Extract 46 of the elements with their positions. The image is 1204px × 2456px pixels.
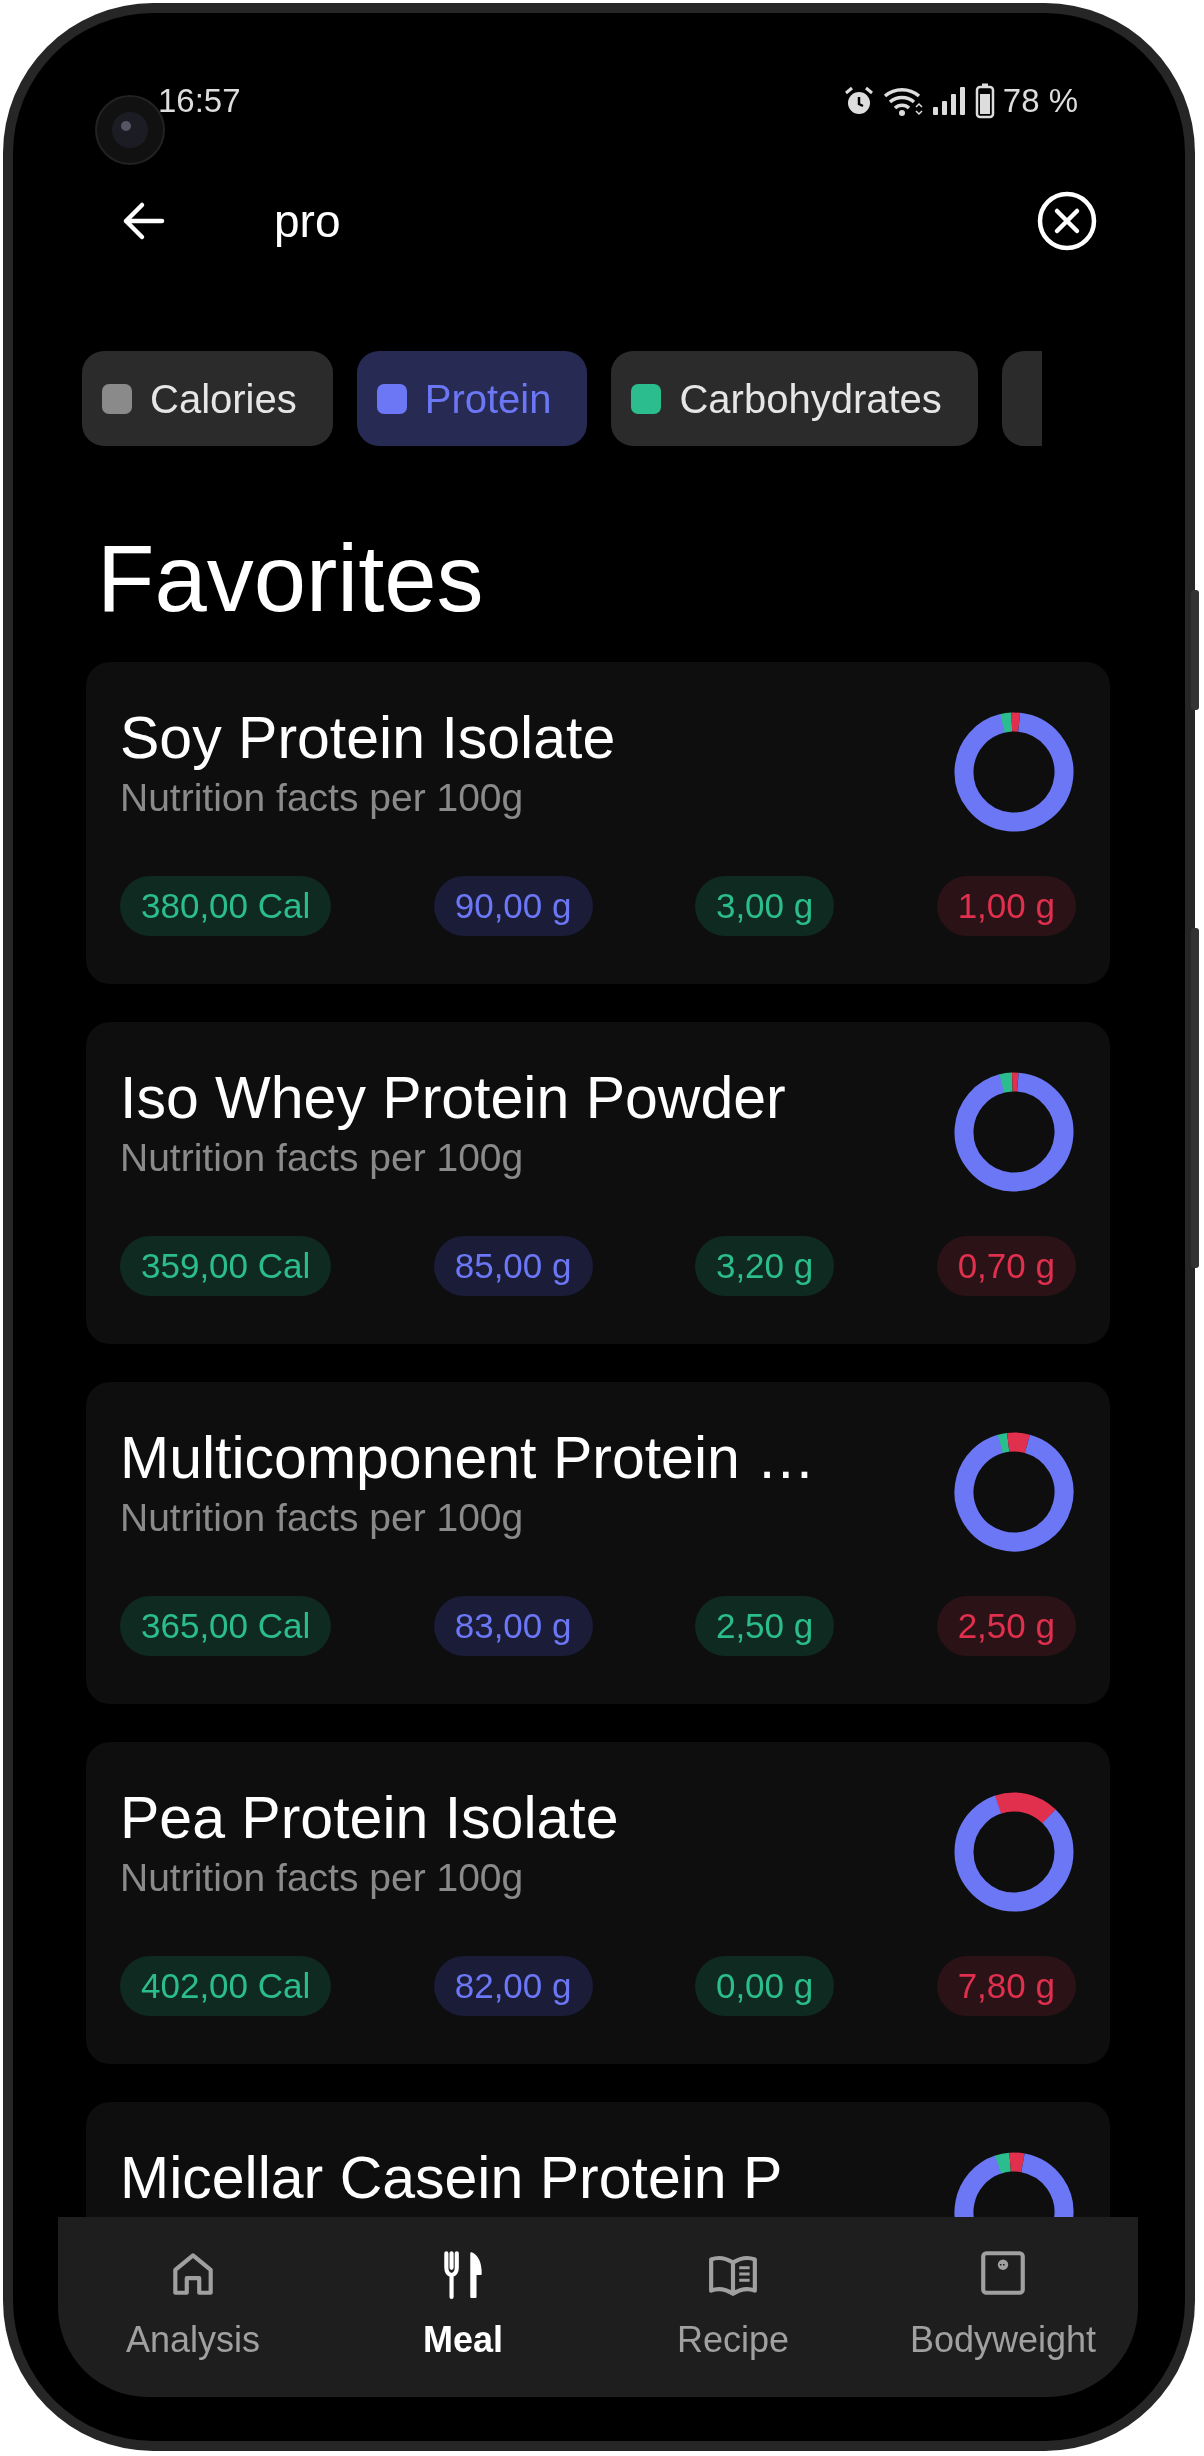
nutrient-value: 7,80 g [936, 1956, 1076, 2016]
nutrient-value: 0,70 g [936, 1236, 1076, 1296]
search-field[interactable]: pro [274, 186, 1036, 256]
nutrient-value: 380,00 Cal [120, 876, 332, 936]
nutrient-value: 85,00 g [433, 1236, 593, 1296]
nutrient-value: 2,50 g [694, 1596, 835, 1656]
nav-tab[interactable]: Analysis [73, 2247, 313, 2367]
food-name: Multicomponent Protein … [120, 1424, 816, 1493]
food-subtitle: Nutrition facts per 100g [120, 1135, 525, 1181]
alarm-icon [842, 85, 875, 117]
nutrient-value: 83,00 g [433, 1596, 593, 1656]
battery-percentage: 78 % [1002, 81, 1078, 122]
food-card[interactable]: Multicomponent Protein … Nutrition facts per 100g 365,00 Cal 83,00 g 2,50 g 2,50 g [86, 1382, 1110, 1704]
nutrient-value: 402,00 Cal [120, 1956, 332, 2016]
signal-icon [930, 85, 967, 117]
nutrient-value: 1,00 g [936, 876, 1076, 936]
section-heading: Favorites [97, 526, 485, 632]
filter-chip[interactable]: Calories [82, 351, 333, 446]
food-card[interactable]: Micellar Casein Protein P [86, 2102, 1110, 2217]
nutrient-value: 3,20 g [694, 1236, 835, 1296]
nutrient-value: 2,50 g [936, 1596, 1076, 1656]
food-name: Micellar Casein Protein P [120, 2144, 783, 2213]
battery-icon [974, 83, 995, 119]
wifi-icon [882, 85, 923, 117]
food-card[interactable]: Iso Whey Protein Powder Nutrition facts per 100g 359,00 Cal 85,00 g 3,20 g 0,70 g [86, 1022, 1110, 1344]
nutrient-value: 82,00 g [433, 1956, 593, 2016]
nav-tab[interactable]: Bodyweight [883, 2247, 1123, 2367]
food-card[interactable]: Soy Protein Isolate Nutrition facts per 100g 380,00 Cal 90,00 g 3,00 g 1,00 g [86, 662, 1110, 984]
food-name: Iso Whey Protein Powder [120, 1064, 786, 1133]
nav-tab[interactable]: Recipe [613, 2247, 853, 2367]
food-subtitle: Nutrition facts per 100g [120, 775, 525, 821]
nutrient-value: 0,00 g [694, 1956, 835, 2016]
filter-chip[interactable]: Carbohydrates [611, 351, 978, 446]
clear-icon[interactable] [1036, 190, 1098, 252]
food-name: Pea Protein Isolate [120, 1784, 619, 1853]
nutrient-value: 90,00 g [433, 876, 593, 936]
nutrient-value: 365,00 Cal [120, 1596, 332, 1656]
nutrient-value: 3,00 g [694, 876, 835, 936]
food-card[interactable]: Pea Protein Isolate Nutrition facts per 100g 402,00 Cal 82,00 g 0,00 g 7,80 g [86, 1742, 1110, 2064]
food-name: Soy Protein Isolate [120, 704, 616, 773]
food-subtitle: Nutrition facts per 100g [120, 1495, 525, 1541]
nutrient-value: 359,00 Cal [120, 1236, 332, 1296]
nav-tab[interactable]: Meal [343, 2247, 583, 2367]
filter-chip[interactable]: Protein [356, 351, 588, 446]
food-subtitle: Nutrition facts per 100g [120, 1855, 525, 1901]
status-time: 16:57 [158, 81, 241, 122]
